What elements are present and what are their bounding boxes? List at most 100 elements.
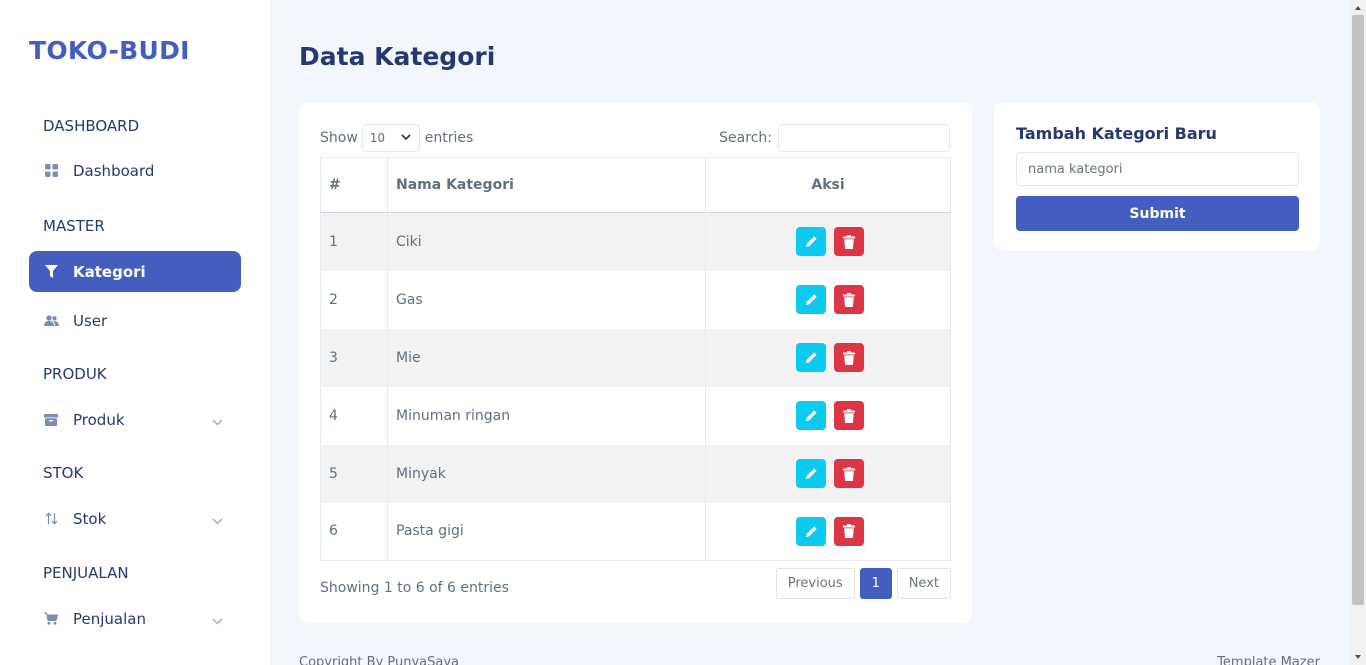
action-buttons — [714, 343, 950, 372]
table-row: 3 Mie — [320, 328, 951, 387]
row-actions — [705, 212, 951, 271]
row-number: 5 — [320, 444, 388, 503]
footer-copyright: Copyright By PunyaSaya — [299, 655, 460, 665]
trash-icon — [843, 524, 855, 539]
table-search: Search: — [719, 124, 950, 152]
sidebar: TOKO-BUDI DASHBOARD Dashboard MASTER Kat… — [0, 0, 270, 665]
row-actions — [705, 386, 951, 445]
submit-button[interactable]: Submit — [1016, 196, 1299, 231]
table-row: 4 Minuman ringan — [320, 386, 951, 445]
sidebar-item-dashboard[interactable]: Dashboard — [29, 150, 241, 191]
cart-icon — [43, 611, 59, 627]
scroll-down-arrow-icon[interactable] — [1353, 652, 1363, 662]
chevron-down-icon — [212, 611, 223, 629]
delete-button[interactable] — [834, 516, 864, 546]
pencil-icon — [805, 294, 817, 305]
chevron-down-icon — [212, 511, 223, 529]
delete-button[interactable] — [834, 459, 864, 488]
row-category-name: Minuman ringan — [387, 386, 706, 445]
chevron-down-icon — [401, 134, 411, 141]
chevron-down-icon — [212, 412, 223, 430]
category-table: # Nama Kategori Aksi 1 Ciki 2 Gas 3 Mie 4 Minum… — [320, 157, 951, 561]
column-header-number[interactable]: # — [320, 157, 388, 213]
delete-button[interactable] — [834, 285, 864, 314]
row-number: 3 — [320, 328, 388, 387]
sidebar-item-label: Stok — [73, 509, 107, 528]
page-scrollbar[interactable] — [1350, 0, 1366, 665]
table-row: 1 Ciki — [320, 212, 951, 271]
column-header-nama-kategori[interactable]: Nama Kategori — [387, 157, 706, 213]
trash-icon — [843, 234, 855, 249]
column-header-aksi[interactable]: Aksi — [705, 157, 951, 213]
delete-button[interactable] — [834, 343, 864, 372]
pagination: Previous 1 Next — [775, 568, 951, 599]
row-number: 1 — [320, 212, 388, 271]
row-number: 2 — [320, 270, 388, 329]
footer-template-credit[interactable]: Template Mazer — [1217, 655, 1320, 665]
scrollbar-thumb[interactable] — [1352, 15, 1364, 605]
row-number: 4 — [320, 386, 388, 445]
add-category-card: Tambah Kategori Baru Submit — [994, 102, 1320, 251]
sidebar-item-label: Dashboard — [73, 161, 155, 180]
edit-button[interactable] — [796, 401, 826, 430]
edit-button[interactable] — [796, 227, 826, 257]
action-buttons — [714, 401, 950, 430]
row-actions — [705, 444, 951, 503]
pencil-icon — [805, 352, 817, 363]
row-category-name: Minyak — [387, 444, 706, 503]
pencil-icon — [805, 236, 817, 248]
sort-arrows-icon — [43, 511, 59, 527]
category-name-input[interactable] — [1016, 152, 1299, 186]
menu-section-master: MASTER — [43, 217, 105, 235]
grid-icon — [43, 163, 59, 179]
row-category-name: Ciki — [387, 212, 706, 271]
edit-button[interactable] — [796, 343, 826, 372]
entries-length-control: Show 10 entries — [320, 124, 473, 152]
row-actions — [705, 328, 951, 387]
action-buttons — [714, 516, 950, 546]
pencil-icon — [805, 468, 817, 479]
menu-section-produk: PRODUK — [43, 365, 107, 383]
pagination-page-1[interactable]: 1 — [859, 568, 892, 599]
table-row: 6 Pasta gigi — [320, 502, 951, 561]
menu-section-penjualan: PENJUALAN — [43, 564, 129, 582]
edit-button[interactable] — [796, 459, 826, 488]
edit-button[interactable] — [796, 285, 826, 314]
table-row: 5 Minyak — [320, 444, 951, 503]
sidebar-item-produk[interactable]: Produk — [29, 399, 241, 440]
search-label: Search: — [719, 130, 772, 146]
pagination-next[interactable]: Next — [896, 568, 951, 599]
trash-icon — [843, 466, 855, 481]
filter-icon — [43, 264, 59, 280]
sidebar-item-label: Kategori — [73, 262, 146, 281]
table-info: Showing 1 to 6 of 6 entries — [320, 580, 509, 596]
row-actions — [705, 502, 951, 561]
row-category-name: Pasta gigi — [387, 502, 706, 561]
row-number: 6 — [320, 502, 388, 561]
menu-section-stok: STOK — [43, 464, 84, 482]
search-input[interactable] — [778, 124, 950, 152]
entries-select-value: 10 — [369, 131, 386, 145]
entries-select[interactable]: 10 — [361, 124, 420, 152]
sidebar-item-stok[interactable]: Stok — [29, 498, 241, 539]
trash-icon — [843, 408, 855, 423]
brand-logo[interactable]: TOKO-BUDI — [29, 36, 190, 65]
delete-button[interactable] — [834, 401, 864, 430]
page-title: Data Kategori — [299, 42, 496, 71]
edit-button[interactable] — [796, 516, 826, 546]
sidebar-item-penjualan[interactable]: Penjualan — [29, 598, 241, 639]
form-title: Tambah Kategori Baru — [1016, 124, 1217, 143]
row-actions — [705, 270, 951, 329]
row-category-name: Gas — [387, 270, 706, 329]
sidebar-item-user[interactable]: User — [29, 300, 241, 341]
sidebar-item-kategori[interactable]: Kategori — [29, 251, 241, 292]
row-category-name: Mie — [387, 328, 706, 387]
sidebar-item-label: User — [73, 311, 108, 330]
entries-label: entries — [424, 130, 474, 146]
delete-button[interactable] — [834, 227, 864, 257]
trash-icon — [843, 350, 855, 365]
archive-icon — [43, 412, 59, 428]
pagination-previous[interactable]: Previous — [775, 568, 855, 599]
trash-icon — [843, 292, 855, 307]
scroll-up-arrow-icon[interactable] — [1353, 3, 1363, 13]
